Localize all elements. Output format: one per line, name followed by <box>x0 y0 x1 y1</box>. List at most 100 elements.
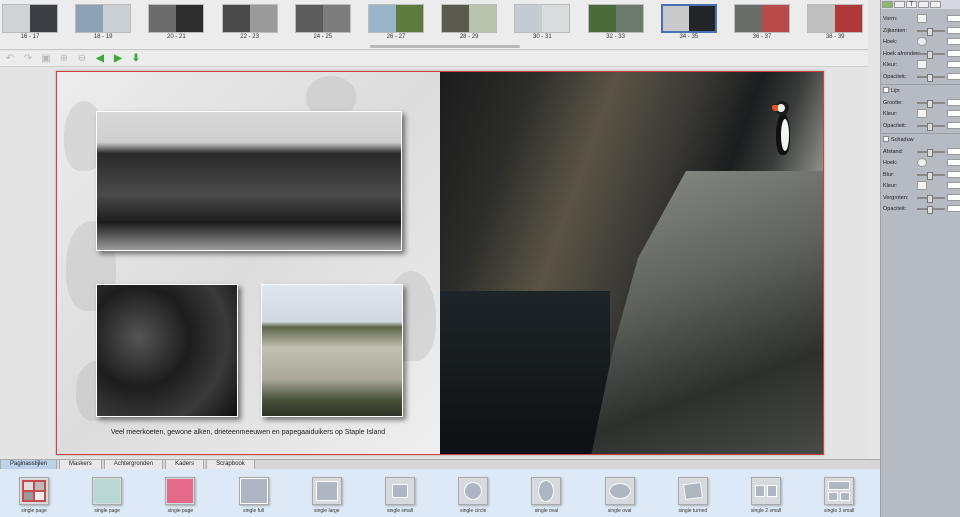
thumbnail-spread[interactable]: 28 - 29 <box>441 4 498 44</box>
section-checkbox[interactable] <box>883 87 889 93</box>
thumbnail-spread[interactable]: 36 - 37 <box>734 4 790 44</box>
photo-staple-island[interactable] <box>261 284 403 417</box>
layout-label: single page <box>167 508 194 514</box>
value-field[interactable] <box>947 38 960 45</box>
layout-template[interactable]: single page <box>12 477 56 517</box>
layout-template[interactable]: single turned <box>671 477 715 517</box>
angle-knob[interactable] <box>917 158 927 167</box>
layout-label: single small <box>386 508 414 514</box>
thumbnail-spread[interactable]: 18 - 19 <box>75 4 132 44</box>
inspector-row: Zijkanten: <box>883 26 960 36</box>
layout-template[interactable]: single large <box>305 477 349 517</box>
value-field[interactable] <box>947 61 960 68</box>
value-slider[interactable] <box>917 73 945 82</box>
angle-knob[interactable] <box>917 37 927 46</box>
undo-icon[interactable]: ↶ <box>4 53 16 65</box>
layout-template[interactable]: single 2 small <box>744 477 788 517</box>
value-field[interactable] <box>947 26 960 34</box>
layout-label: single full <box>243 508 265 514</box>
inspector-label: Hoek: <box>883 160 898 166</box>
thumbnail-label: 38 - 39 <box>825 34 845 40</box>
value-field[interactable] <box>947 15 960 22</box>
left-page[interactable]: Veel meerkoeten, gewone alken, drieteenm… <box>56 71 440 455</box>
inspector-tabs: T <box>881 0 960 9</box>
thumbnail-label: 32 - 33 <box>606 34 625 40</box>
color-swatch[interactable] <box>917 181 927 190</box>
value-field[interactable] <box>947 147 960 155</box>
layout-template[interactable]: single 3 small <box>817 477 861 517</box>
layout-template[interactable]: single oval <box>598 477 642 517</box>
value-field[interactable] <box>947 121 960 129</box>
value-slider[interactable] <box>917 171 945 180</box>
inspector-label: Kleur: <box>883 62 898 68</box>
thumbnail-spread[interactable]: 30 - 31 <box>514 4 571 44</box>
arrow-right-icon[interactable]: ▶ <box>112 53 124 65</box>
value-slider[interactable] <box>917 148 945 157</box>
layout-template[interactable]: single oval <box>524 477 568 517</box>
value-slider[interactable] <box>917 50 945 59</box>
arrow-left-icon[interactable]: ◀ <box>94 53 106 65</box>
color-swatch[interactable] <box>917 14 927 23</box>
value-slider[interactable] <box>917 99 945 108</box>
download-icon[interactable]: ⬇ <box>130 53 142 65</box>
layout-template[interactable]: single page <box>158 477 202 517</box>
right-page-puffin-photo[interactable] <box>440 71 824 455</box>
text-tab-icon[interactable]: T <box>906 1 917 8</box>
zoom-in-icon[interactable]: ⊕ <box>58 53 70 65</box>
inspector-section-toggle[interactable]: Lijn <box>883 86 960 96</box>
spread-thumbnail-strip: 16 - 17 18 - 19 20 - 21 22 - 23 24 - 25 26 - … <box>0 0 868 50</box>
save-icon[interactable]: ▣ <box>40 53 52 65</box>
thumbnail-spread[interactable]: 26 - 27 <box>368 4 424 44</box>
image-tab-icon[interactable] <box>894 1 905 8</box>
value-field[interactable] <box>947 193 960 201</box>
value-field[interactable] <box>947 205 960 212</box>
value-slider[interactable] <box>917 206 945 214</box>
layout-label: single 3 small <box>824 508 855 514</box>
thumbnail-spread[interactable]: 22 - 23 <box>221 4 278 44</box>
thumbnail-label: 34 - 35 <box>679 34 699 40</box>
thumbnail-spread[interactable]: 32 - 33 <box>587 4 644 44</box>
thumbnail-label: 18 - 19 <box>93 34 113 40</box>
value-field[interactable] <box>947 72 960 80</box>
thumbnail-spread[interactable]: 38 - 39 <box>807 4 864 44</box>
section-checkbox[interactable] <box>883 136 889 142</box>
photo-guillemot-crowd[interactable] <box>96 284 238 417</box>
thumbnail-scrollbar[interactable] <box>370 45 520 48</box>
thumbnail-spread[interactable]: 20 - 21 <box>148 4 205 44</box>
inspector-row: Hoek: <box>883 158 960 168</box>
inspector-section-toggle[interactable]: Schaduw <box>883 135 960 145</box>
value-slider[interactable] <box>917 27 945 36</box>
value-field[interactable] <box>947 182 960 189</box>
color-swatch[interactable] <box>917 60 927 69</box>
value-field[interactable] <box>947 159 960 166</box>
layout-label: single oval <box>534 508 559 514</box>
value-field[interactable] <box>947 98 960 106</box>
thumbnail-spread[interactable]: 34 - 35 <box>660 4 717 44</box>
value-slider[interactable] <box>917 194 945 203</box>
inspector-row: Opaciteit: <box>883 204 960 214</box>
color-tab-icon[interactable] <box>918 1 929 8</box>
value-field[interactable] <box>947 110 960 117</box>
layout-template[interactable]: single circle <box>451 477 495 517</box>
page-spread[interactable]: Veel meerkoeten, gewone alken, drieteenm… <box>56 71 824 455</box>
zoom-out-icon[interactable]: ⊖ <box>76 53 88 65</box>
color-swatch[interactable] <box>917 109 927 118</box>
shape-tab-icon[interactable] <box>882 1 893 8</box>
section-label: Schaduw <box>891 137 914 143</box>
thumbnail-spread[interactable]: 16 - 17 <box>2 4 58 44</box>
layout-template[interactable]: single page <box>85 477 129 517</box>
section-label: Lijn <box>891 88 900 94</box>
value-field[interactable] <box>947 49 960 57</box>
value-field[interactable] <box>947 170 960 178</box>
editor-canvas: Veel meerkoeten, gewone alken, drieteenm… <box>0 67 868 459</box>
inspector-row: Opaciteit: <box>883 121 960 131</box>
redo-icon[interactable]: ↷ <box>22 53 34 65</box>
photo-guillemot-colony-wide[interactable] <box>96 111 402 251</box>
page-caption[interactable]: Veel meerkoeten, gewone alken, drieteenm… <box>56 429 440 436</box>
layout-template[interactable]: single full <box>232 477 276 517</box>
layout-template[interactable]: single small <box>378 477 422 517</box>
page-tab-icon[interactable] <box>930 1 941 8</box>
inspector-row: Afstand: <box>883 147 960 157</box>
value-slider[interactable] <box>917 122 945 131</box>
thumbnail-spread[interactable]: 24 - 25 <box>294 4 351 44</box>
